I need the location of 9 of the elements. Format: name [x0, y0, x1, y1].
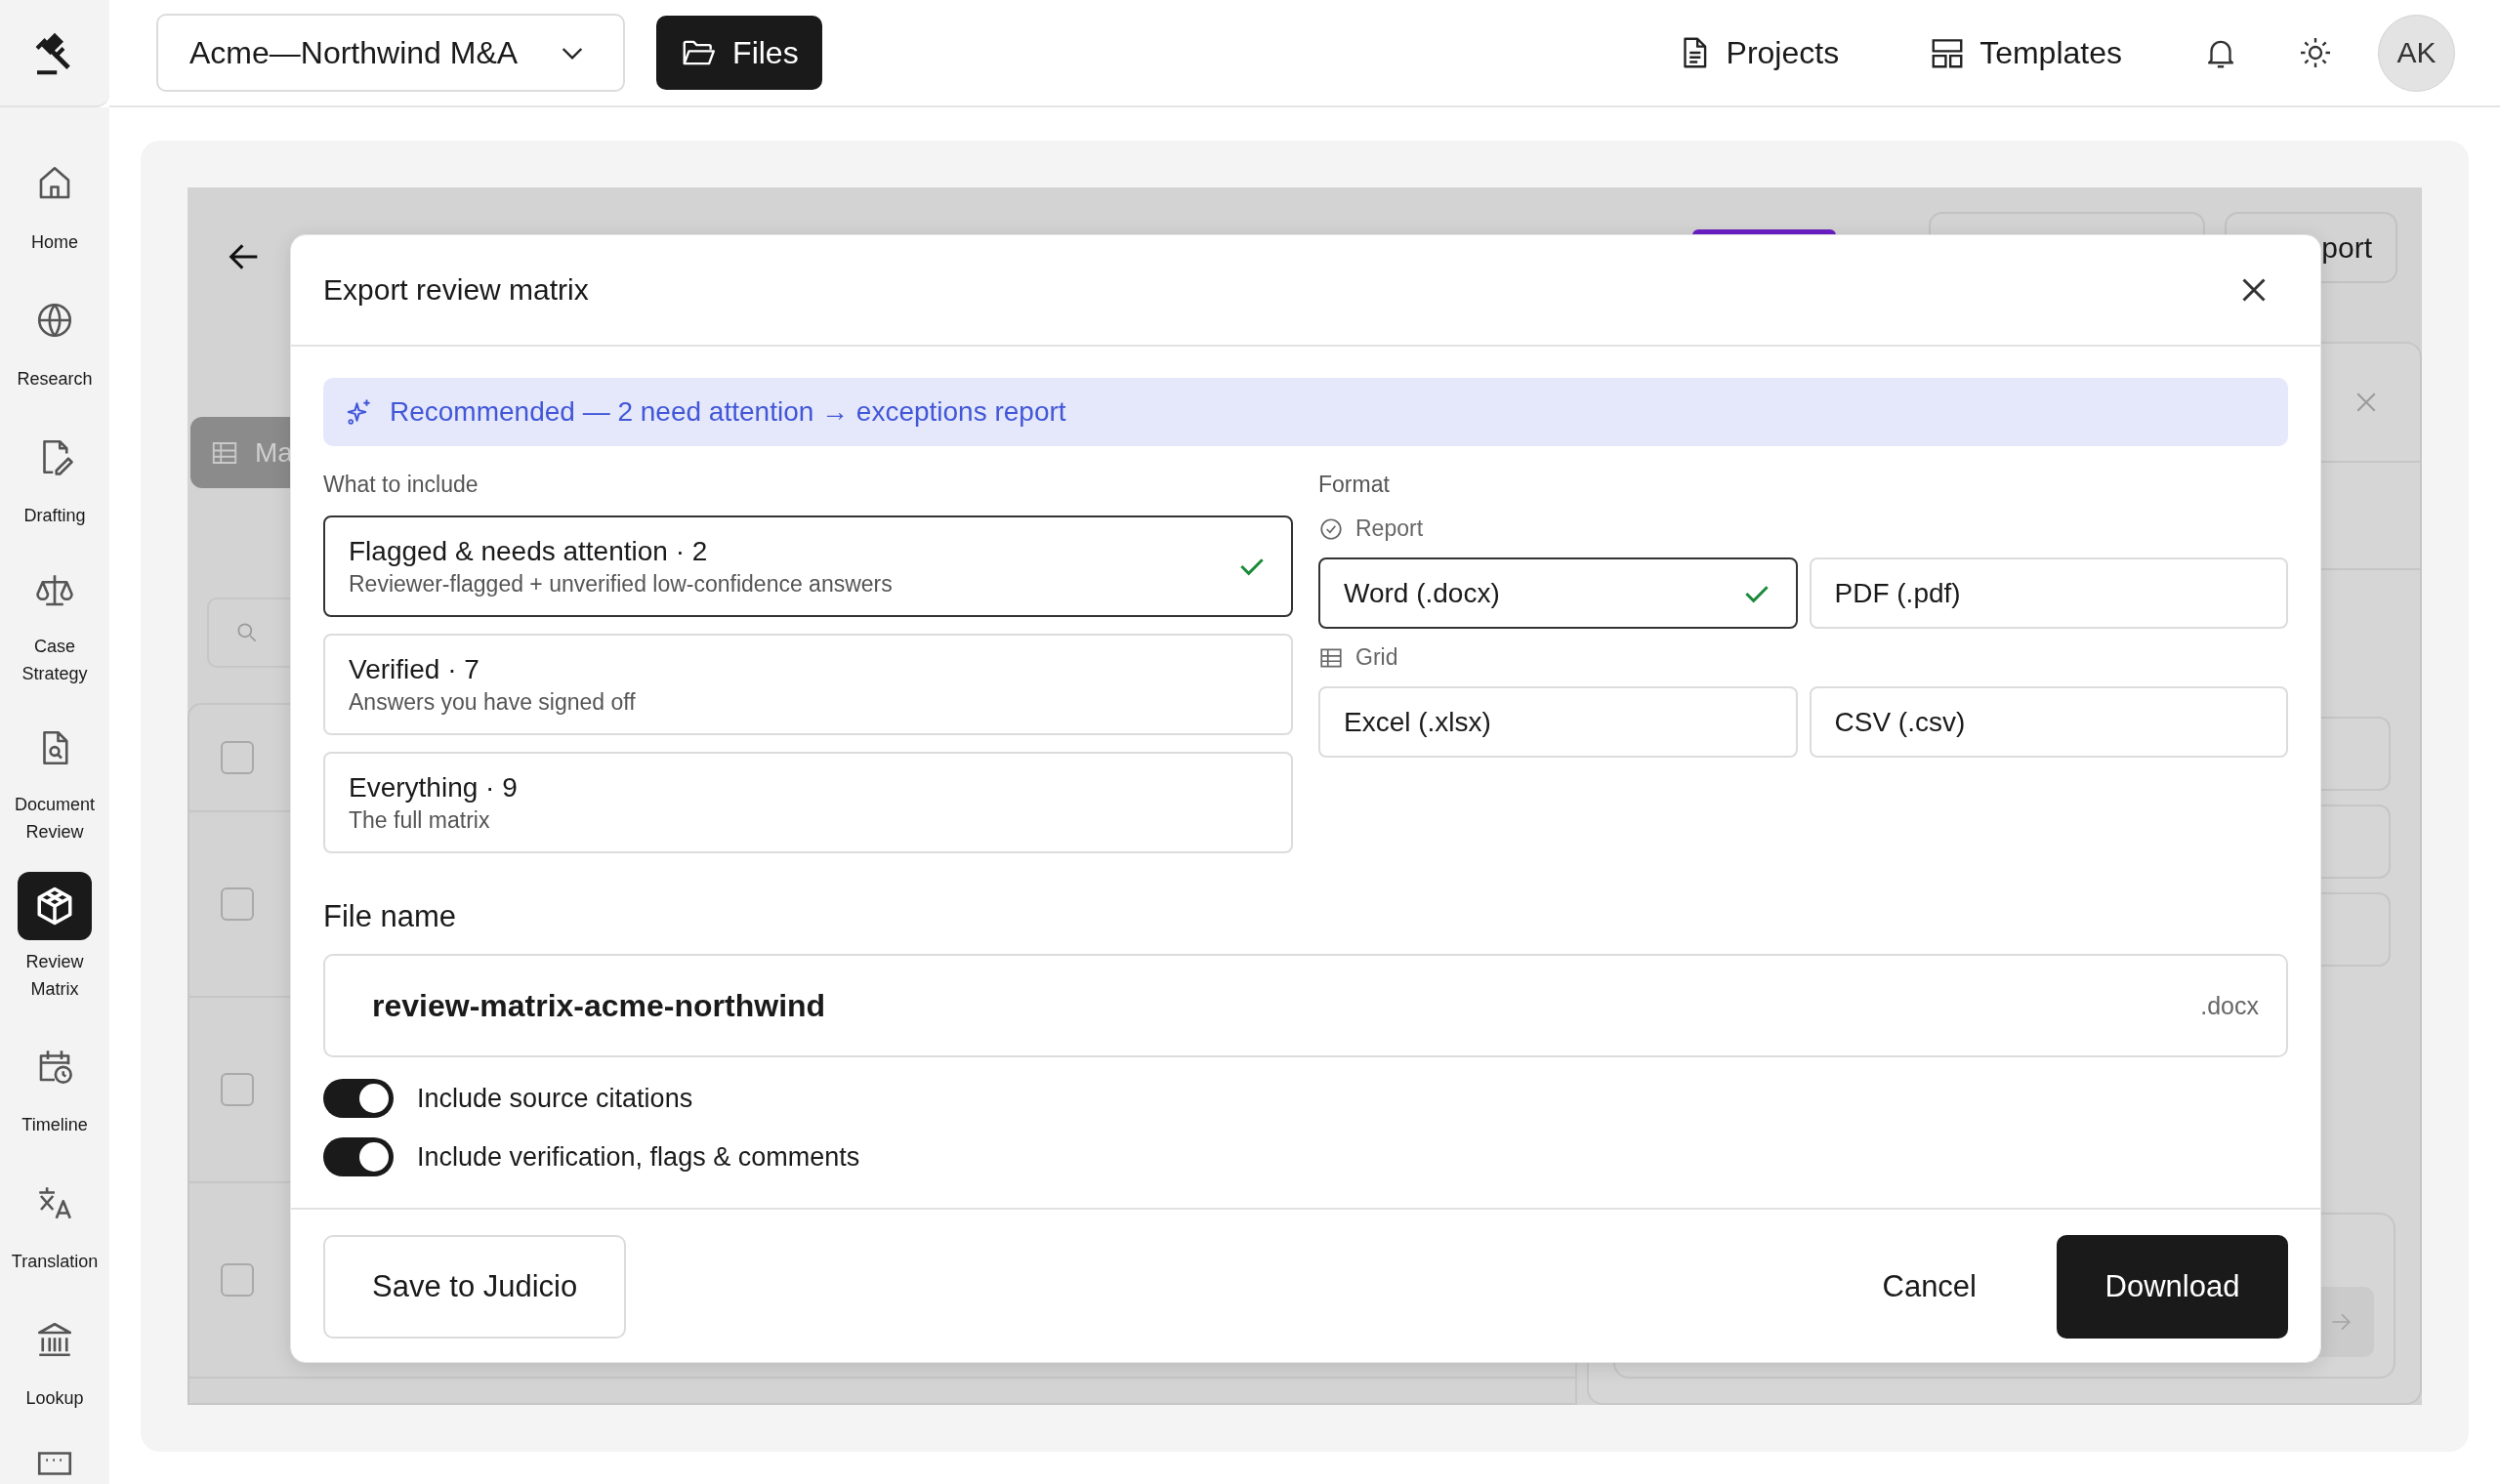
section-label: Format	[1318, 472, 1391, 498]
field-label: File name	[323, 899, 458, 934]
recommendation-text: Recommended — 2 need attention → exceptions report	[390, 396, 1066, 428]
dialog-title: Export review matrix	[323, 273, 589, 307]
group-label: Report	[1355, 515, 1424, 542]
group-label: Grid	[1355, 644, 1398, 671]
toggle-label: Include source citations	[417, 1083, 693, 1114]
toggle-label: Include verification, flags & comments	[417, 1141, 860, 1173]
file-extension: .docx	[2200, 991, 2259, 1020]
